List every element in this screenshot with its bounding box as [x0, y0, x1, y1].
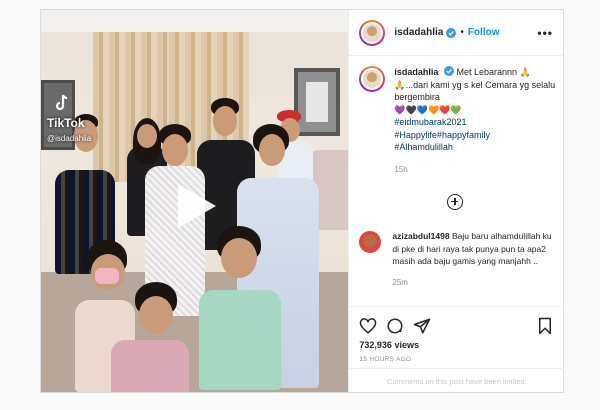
caption-text: isdadahlia Met Lebarannn 🙏 🙏...dari kami…: [394, 66, 557, 176]
bookmark-icon[interactable]: [536, 317, 554, 335]
verified-badge-icon: [443, 66, 454, 76]
caption-username[interactable]: isdadahlia: [394, 67, 438, 77]
verified-badge-icon: [446, 27, 457, 38]
comment-text: azizabdul1498 Baju baru alhamdulillah ku…: [392, 230, 557, 289]
hashtag-link[interactable]: #Happylife#happyfamily: [394, 129, 557, 142]
caption-hearts: 💜🖤💙🧡❤️💚: [394, 104, 462, 115]
post-header: isdadahlia • Follow •••: [349, 10, 563, 56]
avatar[interactable]: [359, 19, 386, 46]
comments-limited-notice: Comments on this post have been limited.: [349, 368, 565, 392]
child-figure: [199, 290, 281, 390]
post-video[interactable]: TikTok @isdadahlia: [41, 10, 349, 392]
caption: isdadahlia Met Lebarannn 🙏 🙏...dari kami…: [359, 66, 557, 176]
comment-username[interactable]: azizabdul1498: [392, 231, 449, 241]
follow-button[interactable]: Follow: [468, 27, 500, 38]
comment-avatar[interactable]: [359, 231, 382, 253]
view-count[interactable]: 732,936 views: [359, 340, 419, 350]
person-face: [213, 106, 237, 136]
child-face: [139, 296, 173, 334]
person-face: [162, 134, 188, 166]
hashtag-link[interactable]: #Alhamdulillah: [394, 141, 557, 154]
load-more-comments-icon[interactable]: [447, 194, 464, 210]
tiktok-watermark: TikTok: [47, 116, 85, 130]
person-face: [137, 124, 157, 148]
avatar-image: [361, 68, 384, 90]
person-face: [259, 134, 285, 166]
caption-time: 15h: [394, 164, 408, 174]
post-timestamp[interactable]: 15 HOURS AGO: [359, 356, 411, 363]
avatar-image: [361, 21, 384, 44]
play-icon[interactable]: [178, 184, 216, 228]
caption-line-2: 🙏...dari kami yg s kel Cemara yg selalu …: [394, 79, 556, 103]
comment-icon[interactable]: [386, 317, 404, 335]
action-row: [359, 315, 554, 337]
header-separator: •: [460, 27, 464, 38]
comment-item: azizabdul1498 Baju baru alhamdulillah ku…: [359, 230, 557, 289]
instagram-post: TikTok @isdadahlia isdadahlia • Follow •…: [40, 9, 565, 393]
post-side-panel: isdadahlia • Follow ••• isdadahlia Met L…: [348, 10, 565, 392]
tiktok-handle: @isdadahlia: [47, 134, 92, 143]
tiktok-logo-icon: [55, 94, 68, 111]
heart-icon[interactable]: [359, 317, 377, 335]
video-wall-mirror: [294, 68, 340, 136]
header-username[interactable]: isdadahlia: [394, 27, 443, 38]
more-options-button[interactable]: •••: [537, 26, 553, 40]
hashtag-link[interactable]: #eidmubarak2021: [394, 116, 557, 129]
comment-time: 25m: [392, 277, 408, 287]
child-figure: [111, 340, 189, 392]
child-face: [221, 238, 257, 278]
paper-plane-icon[interactable]: [413, 317, 431, 335]
caption-avatar[interactable]: [359, 66, 386, 92]
video-ceiling: [41, 10, 349, 32]
caption-line-1: Met Lebarannn 🙏: [456, 67, 531, 77]
face-mask: [95, 268, 119, 284]
